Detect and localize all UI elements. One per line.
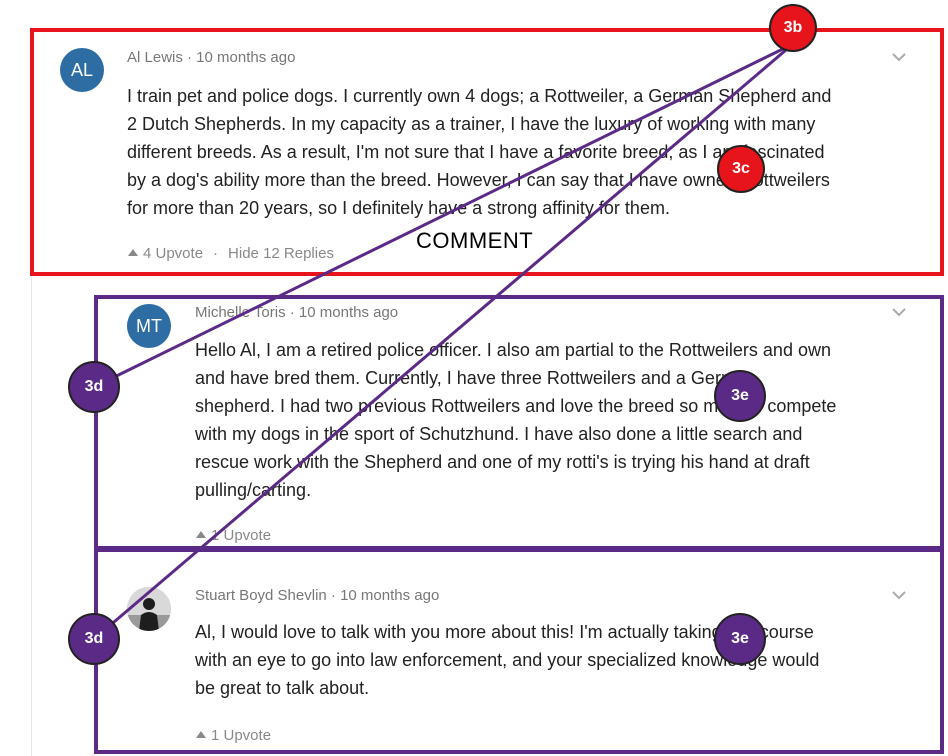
badge-3d: 3d [68, 613, 120, 665]
comment-annotation-label: COMMENT [416, 228, 534, 253]
connector-line [93, 42, 794, 641]
annotation-connectors [93, 42, 794, 641]
badge-3e: 3e [714, 613, 766, 665]
badge-3c: 3c [717, 145, 765, 193]
badge-3b: 3b [769, 4, 817, 52]
connector-line [93, 42, 794, 389]
badge-3e: 3e [714, 370, 766, 422]
badge-3d: 3d [68, 361, 120, 413]
